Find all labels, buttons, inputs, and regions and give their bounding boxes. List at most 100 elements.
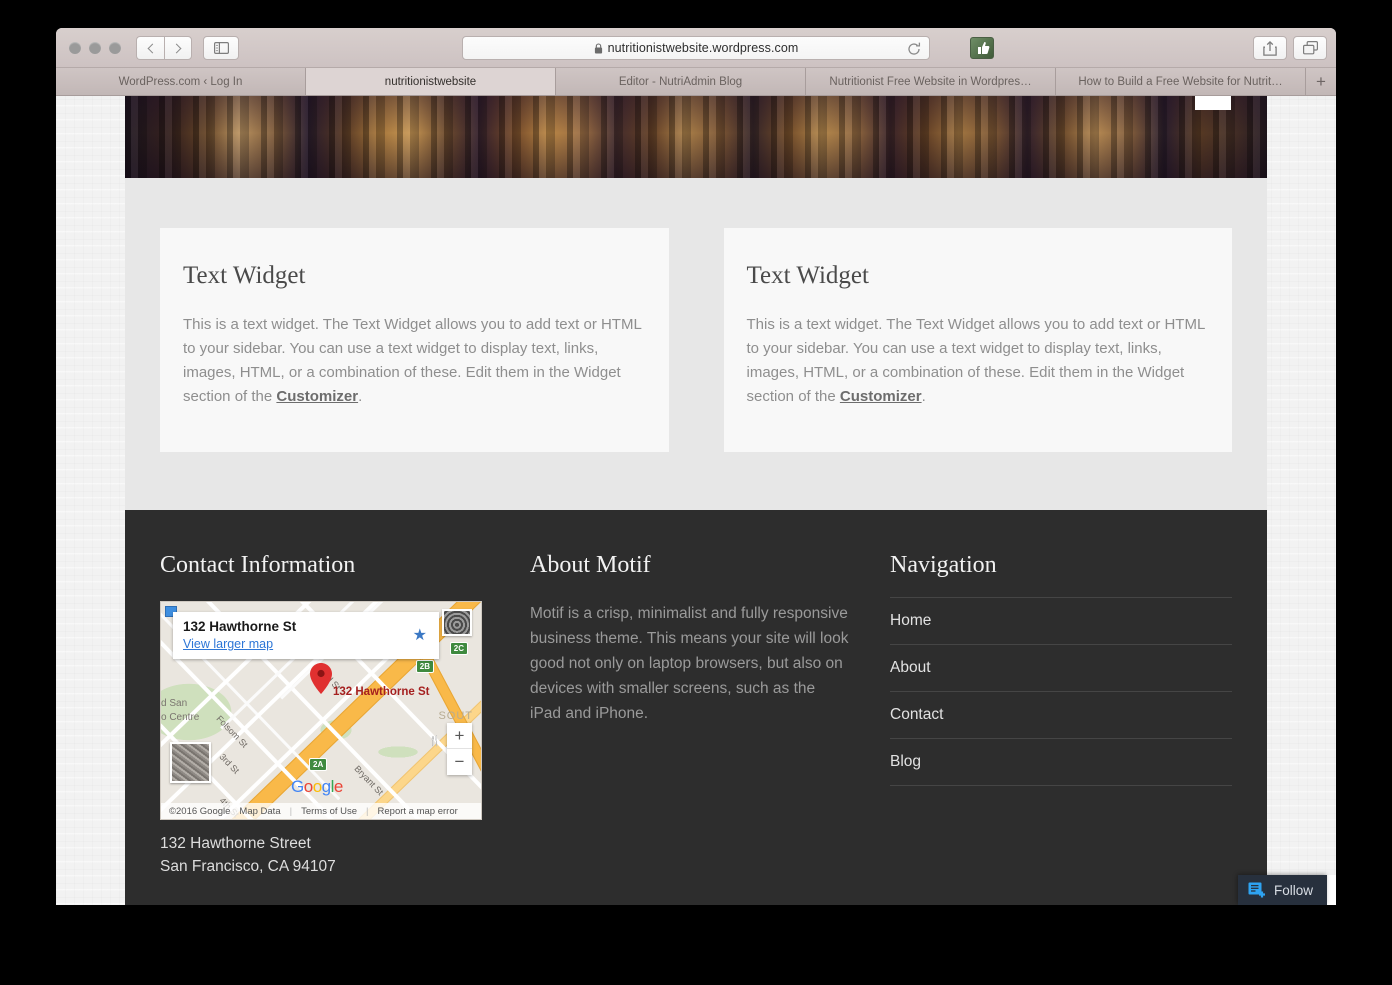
- page-viewport: Text Widget This is a text widget. The T…: [56, 96, 1336, 905]
- streetview-thumbnail[interactable]: [170, 742, 211, 783]
- tab-strip: WordPress.com ‹ Log In nutritionistwebsi…: [56, 68, 1336, 96]
- widget-title: Text Widget: [746, 262, 869, 289]
- browser-tab-2[interactable]: Editor - NutriAdmin Blog: [556, 68, 806, 95]
- share-button[interactable]: [1253, 36, 1287, 60]
- map-exit-badge-2a: 2A: [309, 758, 328, 771]
- map-marker-icon[interactable]: [310, 663, 332, 694]
- tab-title: Editor - NutriAdmin Blog: [618, 75, 743, 88]
- widget-body-text: This is a text widget. The Text Widget a…: [746, 316, 1205, 405]
- tab-title: How to Build a Free Website for Nutrit…: [1078, 75, 1283, 88]
- footer-column-navigation: Navigation Home About Contact Blog: [890, 552, 1232, 878]
- widget-title: Text Widget: [183, 262, 306, 289]
- nav-item-contact[interactable]: Contact: [890, 692, 1232, 739]
- about-motif-title: About Motif: [530, 552, 651, 578]
- google-map-widget[interactable]: Folsom St 2nd St 3rd St 4th St Bryant St…: [160, 601, 482, 820]
- nav-link[interactable]: About: [890, 659, 931, 676]
- forward-button[interactable]: [164, 36, 192, 60]
- map-data-link[interactable]: Map Data: [239, 806, 280, 817]
- thumb-icon: [977, 42, 989, 54]
- report-map-error-link[interactable]: Report a map error: [378, 806, 458, 817]
- map-exit-badge-2c: 2C: [449, 642, 468, 655]
- divider: |: [366, 805, 369, 817]
- browser-toolbar: nutritionistwebsite.wordpress.com: [56, 28, 1336, 68]
- address-line-2: San Francisco, CA 94107: [160, 858, 336, 875]
- map-zoom-out-button[interactable]: −: [447, 749, 472, 775]
- navigation-title: Navigation: [890, 552, 997, 578]
- lock-icon: [594, 42, 603, 54]
- browser-window: nutritionistwebsite.wordpress.com WordPr…: [56, 28, 1336, 905]
- restaurant-poi-icon: 🍴: [428, 736, 441, 747]
- nav-item-blog[interactable]: Blog: [890, 739, 1232, 786]
- window-close-button[interactable]: [69, 42, 81, 54]
- browser-tab-3[interactable]: Nutritionist Free Website in Wordpres…: [806, 68, 1056, 95]
- follow-subscribe-icon: [1248, 882, 1265, 897]
- footer-column-contact: Contact Information Folsom St St 3rd St …: [160, 552, 490, 878]
- header-notch: [1195, 96, 1231, 110]
- tabs-overview-button[interactable]: [1293, 36, 1327, 60]
- tab-title: Nutritionist Free Website in Wordpres…: [829, 75, 1032, 88]
- widget-body-tail: .: [358, 388, 363, 405]
- widget-area: Text Widget This is a text widget. The T…: [125, 178, 1267, 510]
- share-icon: [1263, 40, 1277, 56]
- tab-title: WordPress.com ‹ Log In: [118, 75, 243, 88]
- map-zoom-controls: + −: [447, 723, 472, 775]
- google-logo: Google: [291, 777, 343, 797]
- google-logo-letter: e: [333, 777, 343, 796]
- text-widget-2: Text Widget This is a text widget. The T…: [723, 228, 1232, 452]
- customizer-link[interactable]: Customizer: [840, 388, 922, 405]
- window-minimize-button[interactable]: [89, 42, 101, 54]
- url-bar[interactable]: nutritionistwebsite.wordpress.com: [462, 36, 930, 60]
- map-info-card: 132 Hawthorne St View larger map ★: [173, 612, 439, 659]
- view-larger-map-link[interactable]: View larger map: [183, 637, 273, 651]
- address-block: 132 Hawthorne Street San Francisco, CA 9…: [160, 832, 490, 878]
- google-logo-letter: G: [291, 777, 304, 796]
- chevron-left-icon: [147, 43, 157, 53]
- star-icon[interactable]: ★: [413, 625, 427, 645]
- customizer-link[interactable]: Customizer: [276, 388, 358, 405]
- browser-tab-1[interactable]: nutritionistwebsite: [306, 68, 556, 95]
- follow-button[interactable]: Follow: [1237, 875, 1327, 905]
- nav-item-home[interactable]: Home: [890, 598, 1232, 645]
- site-footer: Contact Information Folsom St St 3rd St …: [125, 510, 1267, 905]
- map-exit-badge-2b: 2B: [415, 660, 434, 673]
- url-text: nutritionistwebsite.wordpress.com: [607, 41, 799, 55]
- google-logo-letter: o: [312, 777, 322, 796]
- sidebar-icon: [213, 42, 229, 54]
- divider: |: [289, 805, 293, 817]
- follow-label: Follow: [1273, 882, 1313, 898]
- tabs-overview-icon: [1302, 41, 1318, 55]
- nav-link[interactable]: Home: [890, 612, 931, 629]
- browser-tab-0[interactable]: WordPress.com ‹ Log In: [56, 68, 306, 95]
- map-info-title: 132 Hawthorne St: [183, 619, 297, 634]
- nav-item-about[interactable]: About: [890, 645, 1232, 692]
- tab-title: nutritionistwebsite: [384, 75, 477, 88]
- window-maximize-button[interactable]: [109, 42, 121, 54]
- widget-body-text: This is a text widget. The Text Widget a…: [183, 316, 642, 405]
- map-satellite-thumbnail[interactable]: [442, 609, 472, 636]
- about-motif-body: Motif is a crisp, minimalist and fully r…: [530, 605, 849, 722]
- contact-information-title: Contact Information: [160, 552, 356, 578]
- sidebar-toggle-button[interactable]: [203, 36, 239, 60]
- district-label-south: SOUT: [438, 710, 473, 722]
- place-label-dsan: d San: [161, 698, 188, 709]
- terms-of-use-link[interactable]: Terms of Use: [301, 806, 357, 817]
- text-widget-1: Text Widget This is a text widget. The T…: [160, 228, 669, 452]
- place-label-ocentre: o Centre: [161, 712, 200, 723]
- map-marker-label: 132 Hawthorne St: [333, 686, 430, 698]
- follow-bar-edge: [1326, 875, 1336, 905]
- site-canvas: Text Widget This is a text widget. The T…: [125, 96, 1267, 905]
- nav-link[interactable]: Blog: [890, 753, 921, 770]
- google-logo-letter: o: [303, 777, 313, 796]
- chevron-right-icon: [171, 43, 182, 53]
- new-tab-button[interactable]: +: [1306, 68, 1336, 95]
- widget-body: This is a text widget. The Text Widget a…: [747, 313, 1210, 409]
- header-hero-image: [125, 96, 1267, 178]
- browser-tab-4[interactable]: How to Build a Free Website for Nutrit…: [1056, 68, 1306, 95]
- widget-body: This is a text widget. The Text Widget a…: [183, 313, 646, 409]
- map-zoom-in-button[interactable]: +: [447, 723, 472, 749]
- reload-icon[interactable]: [906, 41, 922, 57]
- nav-link[interactable]: Contact: [890, 706, 943, 723]
- back-button[interactable]: [136, 36, 164, 60]
- footer-nav-list: Home About Contact Blog: [890, 597, 1232, 786]
- extension-icon[interactable]: [970, 37, 994, 59]
